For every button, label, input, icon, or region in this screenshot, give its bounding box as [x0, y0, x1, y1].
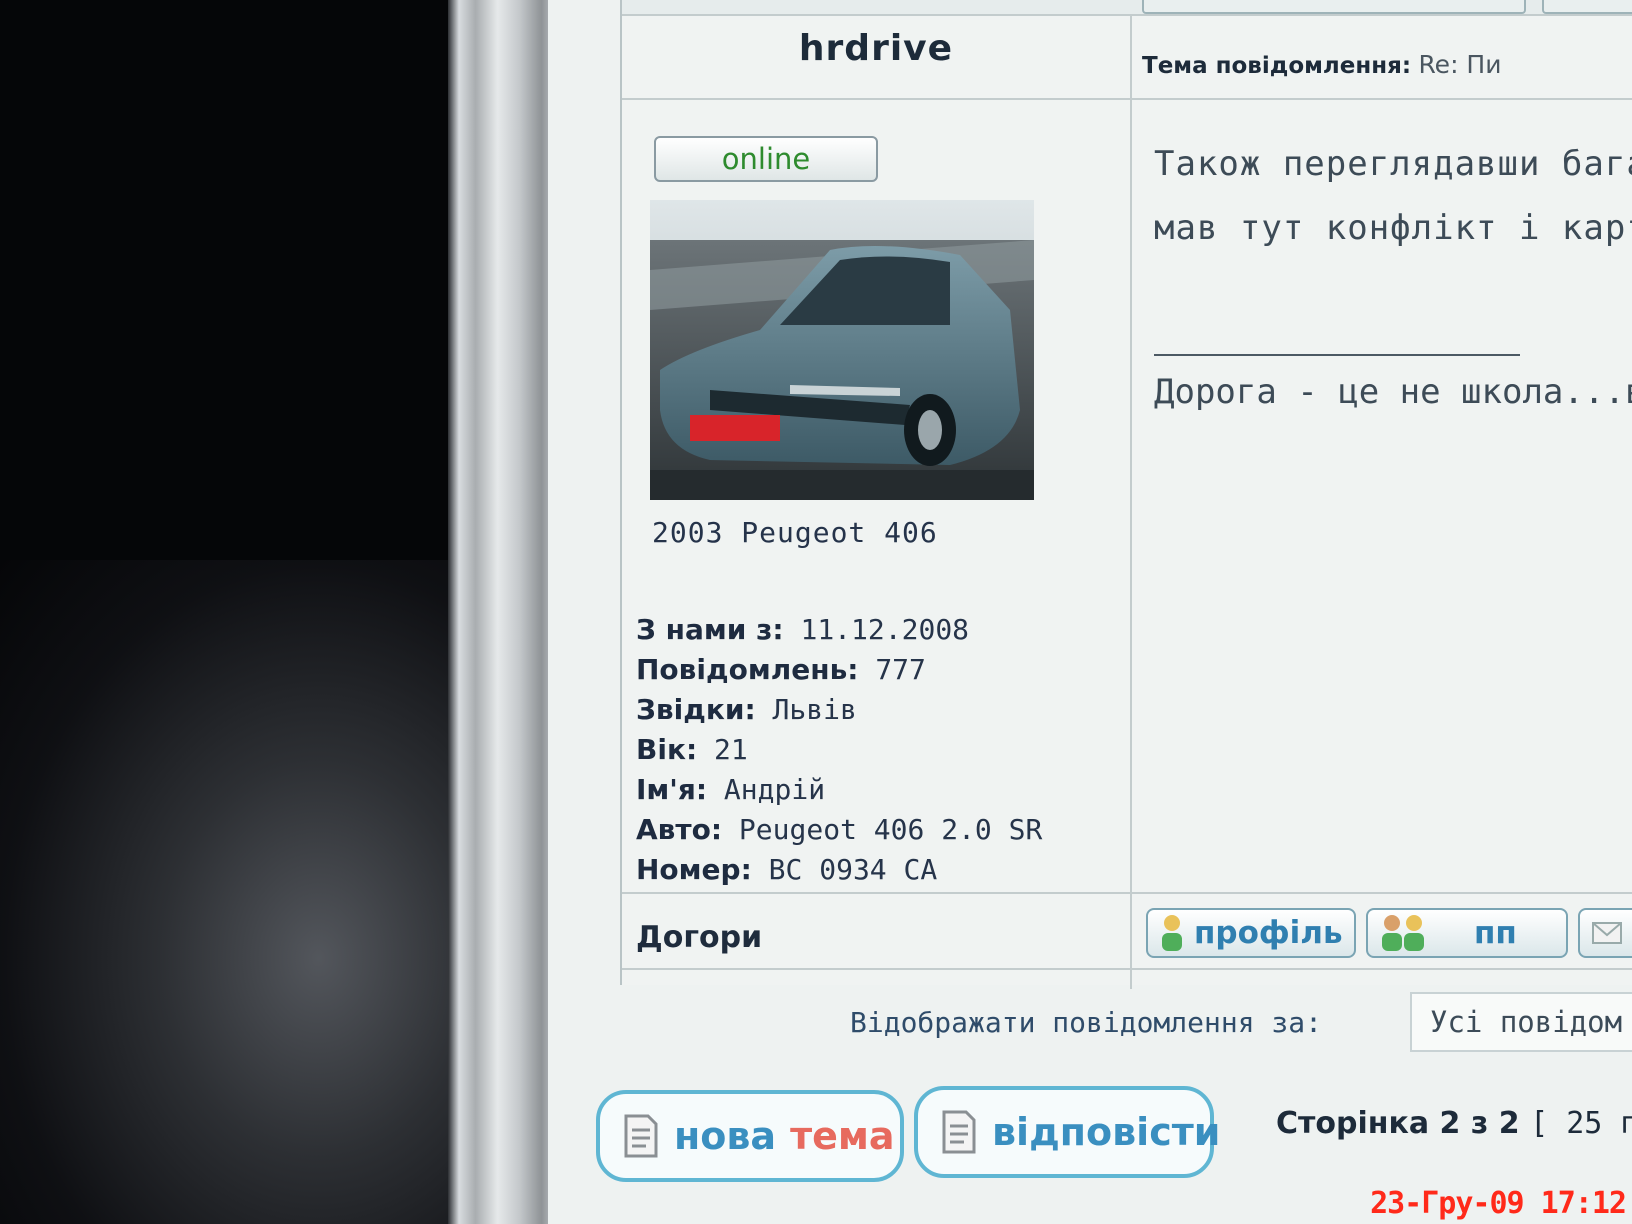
profile-button-label: профіль: [1194, 915, 1343, 951]
new-topic-button[interactable]: нова тема: [596, 1090, 904, 1182]
display-filter-select[interactable]: Усі повідом: [1410, 992, 1632, 1052]
reply-button[interactable]: відповісти: [914, 1086, 1220, 1178]
reply-button-label: відповісти: [992, 1110, 1221, 1154]
post-bottom-divider: [622, 968, 1632, 970]
author-profile-info: З нами з: 11.12.2008 Повідомлень: 777 Зв…: [636, 610, 1042, 890]
profile-row-plate: Номер: BC 0934 CA: [636, 850, 1042, 890]
profile-value: Peugeot 406 2.0 SR: [738, 813, 1043, 846]
profile-button[interactable]: профіль: [1146, 908, 1356, 958]
monitor-screen: hrdrive Тема повідомлення: Re: Пи online: [548, 0, 1632, 1224]
top-button[interactable]: [1542, 0, 1632, 14]
top-button[interactable]: [1142, 0, 1526, 14]
post-subject: Тема повідомлення: Re: Пи: [1142, 50, 1501, 79]
online-status-badge: online: [654, 136, 878, 182]
envelope-icon: [1592, 921, 1622, 945]
profile-label: Повідомлень:: [636, 653, 859, 686]
subject-value: Re: Пи: [1418, 50, 1502, 79]
pagination-label: Сторінка 2 з 2: [1276, 1106, 1520, 1141]
top-button-strip: [622, 0, 1632, 16]
profile-value: Андрій: [723, 773, 826, 806]
profile-value: BC 0934 CA: [768, 853, 938, 886]
profile-row-posts: Повідомлень: 777: [636, 650, 1042, 690]
profile-value: 11.12.2008: [800, 613, 970, 646]
profile-label: Звідки:: [636, 693, 756, 726]
profile-label: З нами з:: [636, 613, 784, 646]
desk-background: [0, 560, 455, 1224]
user-icon: [1160, 913, 1184, 953]
post-body-line: Також переглядавши бага: [1154, 144, 1632, 184]
monitor-bezel: [448, 0, 558, 1224]
profile-label: Авто:: [636, 813, 723, 846]
header-divider: [622, 98, 1632, 100]
new-topic-word1: нова: [674, 1114, 777, 1158]
profile-row-car: Авто: Peugeot 406 2.0 SR: [636, 810, 1042, 850]
footer-divider: [622, 892, 1632, 894]
subject-label: Тема повідомлення:: [1142, 53, 1412, 79]
new-topic-word2: тема: [790, 1114, 895, 1158]
post-signature: Дорога - це не школа...во: [1154, 372, 1632, 412]
profile-row-age: Вік: 21: [636, 730, 1042, 770]
private-message-button-label: пп: [1474, 915, 1517, 951]
profile-value: 21: [714, 733, 748, 766]
avatar[interactable]: [650, 200, 1034, 500]
private-message-button[interactable]: пп: [1366, 908, 1568, 958]
document-icon: [620, 1112, 660, 1160]
post-author-name[interactable]: hrdrive: [622, 28, 1130, 69]
forum-post-frame: hrdrive Тема повідомлення: Re: Пи online: [620, 0, 1632, 989]
profile-row-joined: З нами з: 11.12.2008: [636, 610, 1042, 650]
profile-label: Ім'я:: [636, 773, 708, 806]
profile-row-name: Ім'я: Андрій: [636, 770, 1042, 810]
profile-row-location: Звідки: Львів: [636, 690, 1042, 730]
pagination: Сторінка 2 з 2 [ 25 п: [1276, 1106, 1632, 1141]
post-body: Також переглядавши бага мав тут конфлікт…: [1154, 132, 1632, 260]
profile-value: Львів: [772, 693, 857, 726]
display-filter-label: Відображати повідомлення за:: [850, 1006, 1323, 1039]
more-button[interactable]: [1578, 908, 1632, 958]
column-divider: [1130, 14, 1132, 989]
profile-label: Номер:: [636, 853, 752, 886]
profile-value: 777: [875, 653, 926, 686]
users-icon: [1380, 913, 1428, 953]
back-to-top-link[interactable]: Догори: [636, 920, 762, 955]
pagination-rest[interactable]: [ 25 п: [1530, 1106, 1632, 1141]
document-icon: [938, 1108, 978, 1156]
profile-label: Вік:: [636, 733, 698, 766]
signature-separator: [1154, 354, 1520, 356]
camera-timestamp: 23-Гру-09 17:12: [1370, 1186, 1627, 1221]
car-photo-image: [650, 200, 1034, 500]
post-body-line: мав тут конфлікт і карточ: [1154, 208, 1632, 248]
avatar-caption: 2003 Peugeot 406: [652, 516, 938, 549]
